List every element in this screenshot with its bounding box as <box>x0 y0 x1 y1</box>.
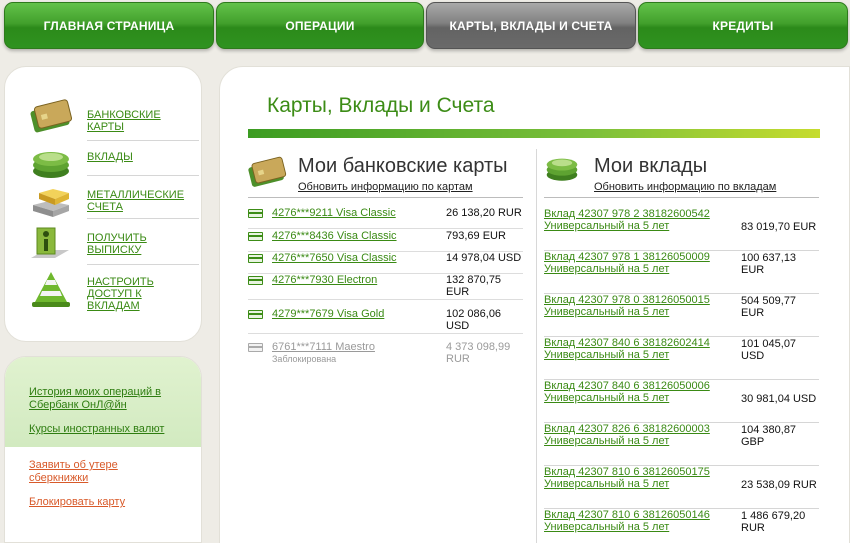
deposit-row: Вклад 42307 840 6 38182602414 Универсаль… <box>544 337 819 380</box>
card-row: 4276***9211 Visa Classic 26 138,20 RUR <box>248 207 523 229</box>
deposit-link[interactable]: Вклад 42307 810 6 38126050175 <box>544 466 710 478</box>
card-row: 4276***8436 Visa Classic 793,69 EUR <box>248 230 523 252</box>
deposit-balance: 83 019,70 EUR <box>741 221 817 233</box>
deposit-link[interactable]: Вклад 42307 826 6 38182600003 <box>544 423 710 435</box>
title-underline-bar <box>248 129 820 138</box>
deposit-link[interactable]: Вклад 42307 978 0 38126050015 <box>544 294 710 306</box>
exchange-rates-link[interactable]: Курсы иностранных валют <box>29 423 199 436</box>
card-icon <box>248 276 263 285</box>
card-icon <box>248 254 263 263</box>
deposit-link[interactable]: Вклад 42307 840 6 38182602414 <box>544 337 710 349</box>
divider <box>87 175 199 176</box>
deposit-row: Вклад 42307 978 0 38126050015 Универсаль… <box>544 294 819 337</box>
card-status: Заблокирована <box>272 354 337 364</box>
coins-icon <box>33 152 69 178</box>
card-link[interactable]: 4279***7679 Visa Gold <box>272 308 384 320</box>
deposits-section-title: Мои вклады <box>594 155 708 177</box>
deposit-type-link[interactable]: Универсальный на 5 лет <box>544 435 669 447</box>
divider <box>87 218 199 219</box>
card-link[interactable]: 4276***7650 Visa Classic <box>272 252 397 264</box>
divider <box>87 264 199 265</box>
deposit-row: Вклад 42307 978 1 38126050009 Универсаль… <box>544 251 819 294</box>
coins-icon <box>546 158 578 181</box>
deposit-type-link[interactable]: Универсальный на 5 лет <box>544 478 669 490</box>
card-link[interactable]: 4276***8436 Visa Classic <box>272 230 397 242</box>
deposit-type-link[interactable]: Универсальный на 5 лет <box>544 392 669 404</box>
report-lost-passbook-link[interactable]: Заявить об утере сберкнижки <box>29 459 139 485</box>
tab-home[interactable]: ГЛАВНАЯ СТРАНИЦА <box>4 2 214 49</box>
cards-section-title: Мои банковские карты <box>298 155 508 177</box>
divider <box>248 197 523 198</box>
update-deposits-link[interactable]: Обновить информацию по вкладам <box>594 181 776 193</box>
card-row: 4276***7930 Electron 132 870,75 EUR <box>248 274 523 300</box>
deposit-link[interactable]: Вклад 42307 978 2 38182600542 <box>544 208 710 220</box>
card-link[interactable]: 4276***7930 Electron <box>272 274 377 286</box>
deposit-balance: 101 045,07 USD <box>741 338 797 362</box>
deposit-row: Вклад 42307 840 6 38126050006 Универсаль… <box>544 380 819 423</box>
block-card-link[interactable]: Блокировать карту <box>29 496 199 509</box>
deposit-row: Вклад 42307 978 2 38182600542 Универсаль… <box>544 208 819 251</box>
sidebar-item-label[interactable]: БАНКОВСКИЕ КАРТЫ <box>87 109 187 133</box>
card-icon <box>248 310 263 319</box>
card-balance: 4 373 098,99 RUR <box>446 341 511 365</box>
deposit-balance: 23 538,09 RUR <box>741 479 817 491</box>
deposit-link[interactable]: Вклад 42307 810 6 38126050146 <box>544 509 710 521</box>
card-balance: 26 138,20 RUR <box>446 207 522 219</box>
deposit-row: Вклад 42307 826 6 38182600003 Универсаль… <box>544 423 819 466</box>
sidebar-item-label[interactable]: МЕТАЛЛИЧЕСКИЕ СЧЕТА <box>87 189 187 213</box>
deposit-balance: 104 380,87 GBP <box>741 424 797 448</box>
deposit-type-link[interactable]: Универсальный на 5 лет <box>544 349 669 361</box>
deposit-balance: 100 637,13 EUR <box>741 252 797 276</box>
gold-bars-icon <box>33 189 69 217</box>
deposit-type-link[interactable]: Универсальный на 5 лет <box>544 220 669 232</box>
info-icon <box>31 227 69 258</box>
tab-operations[interactable]: ОПЕРАЦИИ <box>216 2 424 49</box>
bank-card-icon <box>248 156 287 187</box>
update-cards-link[interactable]: Обновить информацию по картам <box>298 181 473 193</box>
top-navigation: ГЛАВНАЯ СТРАНИЦА ОПЕРАЦИИ КАРТЫ, ВКЛАДЫ … <box>0 0 850 52</box>
deposit-link[interactable]: Вклад 42307 840 6 38126050006 <box>544 380 710 392</box>
deposit-type-link[interactable]: Универсальный на 5 лет <box>544 263 669 275</box>
column-divider <box>536 149 537 543</box>
divider <box>87 140 199 141</box>
deposit-type-link[interactable]: Универсальный на 5 лет <box>544 306 669 318</box>
deposit-row: Вклад 42307 810 6 38126050175 Универсаль… <box>544 466 819 509</box>
deposit-balance: 504 509,77 EUR <box>741 295 797 319</box>
card-icon <box>248 343 263 352</box>
deposit-balance: 1 486 679,20 RUR <box>741 510 806 534</box>
bank-card-icon <box>30 99 73 133</box>
card-balance: 14 978,04 USD <box>446 252 522 264</box>
card-row-blocked: 6761***7111 Maestro Заблокирована 4 373 … <box>248 341 523 371</box>
card-balance: 793,69 EUR <box>446 230 506 242</box>
sidebar-menu: БАНКОВСКИЕ КАРТЫ ВКЛАДЫ МЕТАЛЛИЧЕСКИЕ СЧ… <box>4 66 202 342</box>
card-icon <box>248 209 263 218</box>
card-icon <box>248 232 263 241</box>
deposit-balance: 30 981,04 USD <box>741 393 817 405</box>
sidebar-item-label[interactable]: НАСТРОИТЬ ДОСТУП К ВКЛАДАМ <box>87 276 187 312</box>
deposit-link[interactable]: Вклад 42307 978 1 38126050009 <box>544 251 710 263</box>
card-balance: 102 086,06 USD <box>446 308 502 332</box>
card-link[interactable]: 4276***9211 Visa Classic <box>272 207 396 219</box>
operations-history-link[interactable]: История моих операций в Сбербанк ОнЛ@йн <box>29 386 199 412</box>
main-content: Карты, Вклады и Счета Мои банковские кар… <box>219 66 850 543</box>
cone-icon <box>32 272 70 307</box>
divider <box>544 197 819 198</box>
card-row: 4276***7650 Visa Classic 14 978,04 USD <box>248 252 523 274</box>
tab-cards-deposits-accounts[interactable]: КАРТЫ, ВКЛАДЫ И СЧЕТА <box>426 2 636 49</box>
card-link[interactable]: 6761***7111 Maestro <box>272 341 375 353</box>
deposit-row: Вклад 42307 810 6 38126050146 Универсаль… <box>544 509 819 543</box>
sidebar-links: История моих операций в Сбербанк ОнЛ@йн … <box>4 356 202 543</box>
card-row: 4279***7679 Visa Gold 102 086,06 USD <box>248 308 523 334</box>
card-balance: 132 870,75 EUR <box>446 274 502 298</box>
sidebar-item-label[interactable]: ВКЛАДЫ <box>87 151 187 163</box>
sidebar-item-label[interactable]: ПОЛУЧИТЬ ВЫПИСКУ <box>87 232 187 256</box>
deposit-type-link[interactable]: Универсальный на 5 лет <box>544 521 669 533</box>
tab-credits[interactable]: КРЕДИТЫ <box>638 2 848 49</box>
page-title: Карты, Вклады и Счета <box>267 94 495 117</box>
